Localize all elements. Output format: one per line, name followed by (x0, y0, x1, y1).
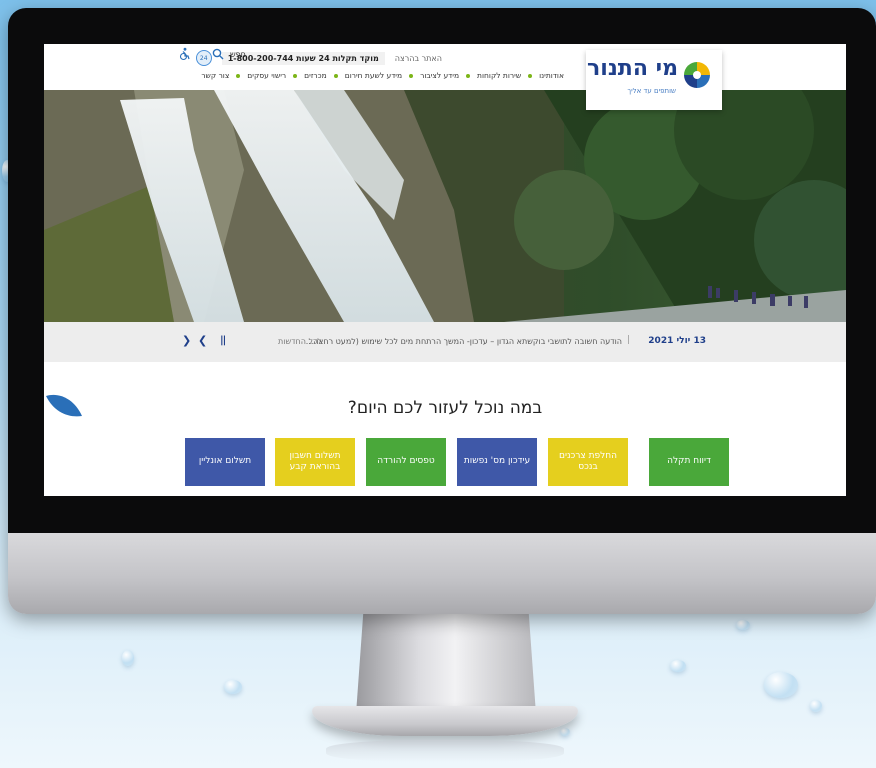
hotline-text[interactable]: מוקד תקלות 24 שעות 1-800-200-744 (221, 51, 385, 65)
nav-item-public-info[interactable]: מידע לציבור (420, 71, 459, 80)
site-header: האתר בהרצה מוקד תקלות 24 שעות 1-800-200-… (44, 44, 846, 90)
nav-item-business-licensing[interactable]: רישוי עסקים (247, 71, 286, 80)
hero-image (44, 90, 846, 322)
site-logo[interactable]: מי התנור שותפים עד אליך (586, 50, 722, 110)
monitor-chin (8, 533, 876, 614)
water-drop (670, 660, 686, 672)
nav-separator-dot (528, 73, 533, 78)
all-news-link[interactable]: לכל החדשות (278, 337, 322, 346)
monitor-stand-neck (356, 614, 536, 714)
tile-label: טפסים להורדה (377, 456, 435, 467)
search-label[interactable]: חפש (230, 50, 246, 59)
tile-label: תשלום אונליין (198, 456, 252, 467)
accessibility-icon[interactable] (178, 47, 192, 61)
nav-separator-dot (333, 73, 338, 78)
nav-item-contact[interactable]: צור קשר (201, 71, 229, 80)
tile-report-fault[interactable]: דיווח תקלה (649, 438, 729, 486)
nav-separator-dot (466, 73, 471, 78)
nav-separator-dot (409, 73, 414, 78)
nav-item-tenders[interactable]: מכרזים (304, 71, 327, 80)
waterfall-image (44, 90, 846, 322)
water-drop (122, 650, 134, 666)
water-drop (560, 728, 570, 736)
help-heading: במה נוכל לעזור לכם היום? (347, 398, 543, 418)
tile-standing-order[interactable]: תשלום חשבון בהוראת קבע (275, 438, 355, 486)
water-drop (224, 680, 242, 694)
pause-icon[interactable]: || (220, 335, 226, 346)
nav-item-customer-service[interactable]: שירות לקוחות (477, 71, 521, 80)
monitor-stand-base (312, 706, 578, 736)
site-lang-link[interactable]: האתר בהרצה (395, 54, 442, 63)
logo-mark-icon (684, 62, 710, 88)
news-date: 13 יולי 2021 (648, 336, 706, 346)
quick-actions: דיווח תקלה החלפת צרכנים בנכס עידכון מס' … (44, 438, 846, 486)
logo-text: מי התנור (587, 56, 678, 81)
nav-separator-dot (236, 73, 241, 78)
tile-label: דיווח תקלה (667, 456, 711, 467)
chevron-left-icon[interactable]: ❮ (182, 334, 191, 347)
tile-download-forms[interactable]: טפסים להורדה (366, 438, 446, 486)
tile-update-household[interactable]: עידכון מס' נפשות (457, 438, 537, 486)
tile-pay-online[interactable]: תשלום אונליין (185, 438, 265, 486)
stand-reflection (326, 740, 564, 762)
nav-separator-dot (293, 73, 298, 78)
search-icon[interactable] (212, 48, 224, 60)
news-headline[interactable]: הודעה חשובה לתושבי בוקשתא הגדון – עדכון-… (306, 337, 622, 346)
hotline-24-icon: 24 (195, 50, 212, 66)
nav-item-emergency[interactable]: מידע לשעת חירום (345, 71, 402, 80)
chevron-right-icon[interactable]: ❯ (198, 334, 207, 347)
nav-item-about[interactable]: אודותינו (539, 71, 564, 80)
logo-tagline: שותפים עד אליך (627, 87, 676, 95)
water-drop (810, 700, 822, 712)
news-ticker: 13 יולי 2021 | הודעה חשובה לתושבי בוקשתא… (44, 322, 846, 362)
website-screen: האתר בהרצה מוקד תקלות 24 שעות 1-800-200-… (44, 44, 846, 496)
tile-label: עידכון מס' נפשות (463, 456, 531, 467)
search-area[interactable]: חפש (212, 48, 246, 60)
tile-label: החלפת צרכנים בנכס (558, 450, 618, 472)
news-separator: | (626, 335, 630, 345)
water-drop (764, 672, 798, 698)
water-drop (736, 620, 750, 630)
main-nav: אודותינו שירות לקוחות מידע לציבור מידע ל… (201, 71, 564, 80)
decorative-leaf-icon (46, 394, 82, 417)
tile-change-occupants[interactable]: החלפת צרכנים בנכס (548, 438, 628, 486)
tile-label: תשלום חשבון בהוראת קבע (289, 450, 341, 472)
